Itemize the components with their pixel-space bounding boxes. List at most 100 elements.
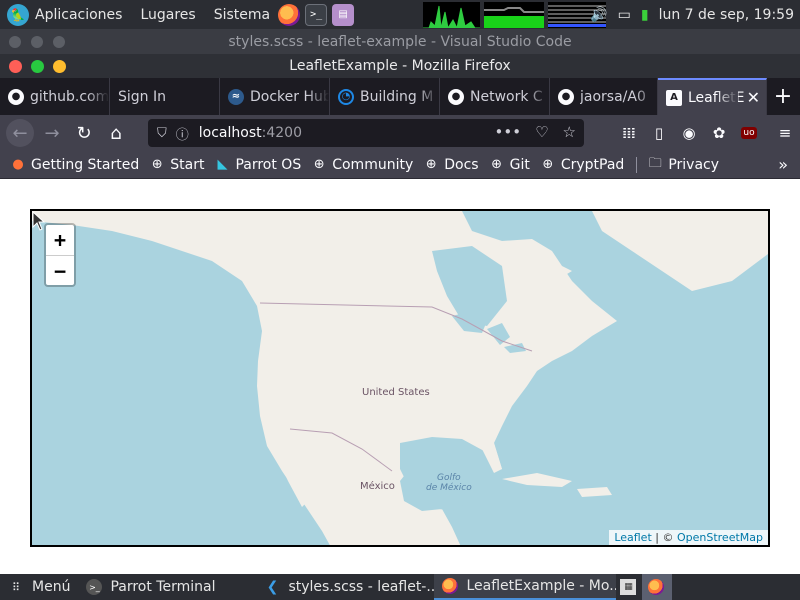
globe-icon: ⊕ xyxy=(313,157,325,172)
battery-icon[interactable]: ▮ xyxy=(641,7,649,23)
menu-system[interactable]: Sistema xyxy=(214,7,270,23)
globe-icon: ⊕ xyxy=(425,157,437,172)
bookmark-git[interactable]: ⊕ Git xyxy=(489,157,530,173)
map-label-united-states: United States xyxy=(362,387,430,398)
system-tray: 🔊 ▭ ▮ lun 7 de sep, 19:59 xyxy=(590,0,800,29)
taskbar-extra-1[interactable]: ▦ xyxy=(616,574,642,600)
bookmark-getting-started[interactable]: ● Getting Started xyxy=(10,157,139,173)
docker-icon: ≈ xyxy=(228,88,244,105)
map-attribution: Leaflet | © OpenStreetMap xyxy=(609,530,768,545)
apps-grid-icon: ⠿ xyxy=(11,580,21,594)
ublock-icon[interactable]: uo xyxy=(734,119,764,147)
taskbar-parrot-terminal[interactable]: >_ Parrot Terminal xyxy=(78,574,256,600)
zoom-control: + − xyxy=(44,223,76,287)
tab-building[interactable]: ◔ Building M xyxy=(330,78,440,115)
forward-button[interactable]: → xyxy=(38,119,66,147)
mouse-cursor-icon xyxy=(32,211,46,231)
vscode-minimize-dot[interactable] xyxy=(31,36,43,48)
cpu-monitor-graph xyxy=(423,1,481,28)
more-bookmarks-icon[interactable]: » xyxy=(778,155,788,174)
firefox-icon xyxy=(648,579,665,595)
bookmark-separator xyxy=(636,156,638,173)
firefox-icon: ● xyxy=(12,157,24,172)
menu-places[interactable]: Lugares xyxy=(140,7,195,23)
tab-leaflet-example[interactable]: A LeafletE ✕ xyxy=(658,78,767,115)
vscode-maximize-dot[interactable] xyxy=(53,36,65,48)
globe-icon: ⊕ xyxy=(542,157,554,172)
firefox-launcher-icon[interactable] xyxy=(278,3,301,26)
firefox-icon xyxy=(442,578,459,594)
minimize-window-button[interactable] xyxy=(53,60,66,73)
vscode-titlebar[interactable]: styles.scss - leaflet-example - Visual S… xyxy=(0,29,800,54)
url-text[interactable]: localhost:4200 xyxy=(199,125,302,141)
close-window-button[interactable] xyxy=(9,60,22,73)
bookmarks-toolbar: ● Getting Started ⊕ Start ◣ Parrot OS ⊕ Comm… xyxy=(0,151,800,179)
openstreetmap-link[interactable]: OpenStreetMap xyxy=(677,531,763,544)
memory-monitor-graph xyxy=(484,1,545,28)
menu-icon[interactable]: ≡ xyxy=(770,119,800,147)
tab-github[interactable]: ● github.com xyxy=(0,78,110,115)
parrot-logo-icon[interactable]: 🦜 xyxy=(7,3,29,26)
bottom-taskbar: ⠿ Menú >_ Parrot Terminal ❮ styles.scss … xyxy=(0,574,800,600)
terminal-icon: >_ xyxy=(86,579,103,595)
extension-icon[interactable]: ✿ xyxy=(704,119,734,147)
github-icon: ● xyxy=(8,88,24,105)
tab-sign-in[interactable]: Sign In xyxy=(110,78,220,115)
start-menu-button[interactable]: ⠿ Menú xyxy=(0,574,78,600)
text-editor-launcher-icon[interactable]: ▤ xyxy=(332,3,355,26)
back-button[interactable]: ← xyxy=(6,119,34,147)
globe-icon: ⊕ xyxy=(491,157,503,172)
taskbar-firefox[interactable]: LeafletExample - Mo... xyxy=(434,574,617,600)
map-tiles xyxy=(32,211,768,545)
url-bar[interactable]: ⛉ ⓘ localhost:4200 ••• ♡ ☆ xyxy=(148,119,584,147)
library-icon[interactable]: 𝍖 xyxy=(614,119,644,147)
vscode-icon: ❮ xyxy=(266,579,279,595)
tab-docker-hub[interactable]: ≈ Docker Hub xyxy=(220,78,330,115)
close-tab-icon[interactable]: ✕ xyxy=(747,88,760,107)
maximize-window-button[interactable] xyxy=(31,60,44,73)
leaflet-link[interactable]: Leaflet xyxy=(614,531,651,544)
reload-button[interactable]: ↻ xyxy=(70,119,98,147)
navigation-toolbar: ← → ↻ ⌂ ⛉ ⓘ localhost:4200 ••• ♡ ☆ 𝍖 ▯ ◉… xyxy=(0,115,800,151)
zoom-out-button[interactable]: − xyxy=(46,255,74,285)
bookmark-parrot-os[interactable]: ◣ Parrot OS xyxy=(214,157,301,173)
tracking-protection-icon[interactable]: ⛉ xyxy=(157,126,167,141)
building-icon: ◔ xyxy=(338,88,354,105)
leaflet-map[interactable]: + − United States México Golfo de México … xyxy=(30,209,770,547)
globe-icon: ⊕ xyxy=(151,157,163,172)
bookmark-folder-privacy[interactable]: 🗀 Privacy xyxy=(647,155,719,173)
pocket-icon[interactable]: ♡ xyxy=(535,123,548,141)
zoom-in-button[interactable]: + xyxy=(46,225,74,255)
home-button[interactable]: ⌂ xyxy=(102,119,130,147)
firefox-titlebar[interactable]: LeafletExample - Mozilla Firefox xyxy=(0,54,800,78)
account-icon[interactable]: ◉ xyxy=(674,119,704,147)
firefox-title: LeafletExample - Mozilla Firefox xyxy=(289,58,511,74)
map-label-gulf-of-mexico: Golfo de México xyxy=(426,473,472,493)
terminal-launcher-icon[interactable]: >_ xyxy=(305,3,328,26)
tab-network[interactable]: ● Network C xyxy=(440,78,550,115)
menu-apps[interactable]: Aplicaciones xyxy=(35,7,122,23)
site-info-icon[interactable]: ⓘ xyxy=(176,124,189,143)
github-icon: ● xyxy=(558,88,574,105)
bookmark-star-icon[interactable]: ☆ xyxy=(563,123,576,141)
clock[interactable]: lun 7 de sep, 19:59 xyxy=(659,7,794,23)
chat-icon[interactable]: ▭ xyxy=(618,7,631,23)
tab-jaorsa[interactable]: ● jaorsa/A0 xyxy=(550,78,658,115)
page-actions-icon[interactable]: ••• xyxy=(495,123,522,141)
sidebar-icon[interactable]: ▯ xyxy=(644,119,674,147)
bookmark-docs[interactable]: ⊕ Docs xyxy=(423,157,479,173)
map-label-mexico: México xyxy=(360,481,395,492)
bookmark-cryptpad[interactable]: ⊕ CryptPad xyxy=(540,157,624,173)
taskbar-extra-2[interactable] xyxy=(642,574,673,600)
vscode-close-dot[interactable] xyxy=(9,36,21,48)
tab-bar: ● github.com Sign In ≈ Docker Hub ◔ Buil… xyxy=(0,78,800,115)
new-tab-button[interactable]: + xyxy=(767,78,799,115)
bookmark-start[interactable]: ⊕ Start xyxy=(149,157,205,173)
volume-icon[interactable]: 🔊 xyxy=(590,7,607,23)
taskbar-vscode[interactable]: ❮ styles.scss - leaflet-... xyxy=(256,574,435,600)
os-top-panel: 🦜 Aplicaciones Lugares Sistema >_ ▤ 🔊 ▭ … xyxy=(0,0,800,29)
bookmark-community[interactable]: ⊕ Community xyxy=(311,157,413,173)
folder-icon: 🗀 xyxy=(648,155,662,171)
page-content: + − United States México Golfo de México … xyxy=(0,179,800,574)
parrot-icon: ◣ xyxy=(217,157,228,172)
